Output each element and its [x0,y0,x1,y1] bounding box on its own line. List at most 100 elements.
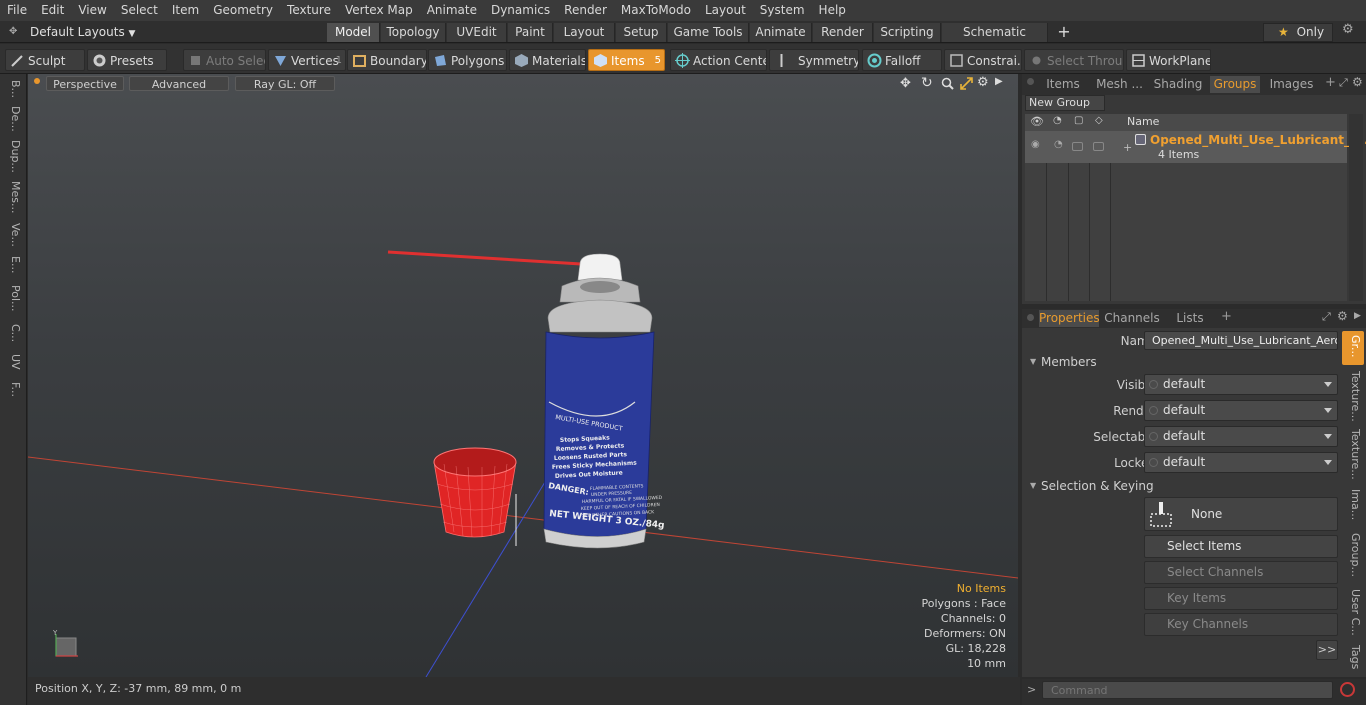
menu-view[interactable]: View [71,0,113,21]
tab-properties[interactable]: Properties [1039,310,1100,327]
tab-game-tools[interactable]: Game Tools [668,23,749,42]
menu-geometry[interactable]: Geometry [206,0,280,21]
side-tab-group-2[interactable]: Group... [1344,533,1362,581]
left-tab-curve[interactable]: C... [4,320,22,346]
new-group-button[interactable]: New Group [1025,95,1105,111]
locked-dropdown[interactable]: default [1144,452,1338,473]
menu-edit[interactable]: Edit [34,0,71,21]
gear-icon[interactable]: ⚙ [1342,22,1354,37]
select-channels-button[interactable]: Select Channels [1144,561,1338,584]
none-button[interactable]: None [1144,497,1338,531]
add-tab-button[interactable]: + [1055,22,1073,41]
row-eye-icon[interactable]: ◉ [1031,139,1040,150]
tab-topology[interactable]: Topology [381,23,446,42]
panel-gear-icon[interactable]: ⚙ [1352,75,1363,89]
eye-icon[interactable]: 👁 [1030,115,1044,128]
menu-vertex-map[interactable]: Vertex Map [338,0,420,21]
tab-schematic-fusion[interactable]: Schematic Fusion [942,23,1048,58]
tab-mesh[interactable]: Mesh ... [1092,76,1147,93]
render-dropdown[interactable]: default [1144,400,1338,421]
add-props-tab-icon[interactable]: + [1221,309,1232,324]
tab-layout[interactable]: Layout [554,23,615,42]
polygons-button[interactable]: Polygons [428,49,507,71]
side-tab-texture-2[interactable]: Texture... [1344,429,1362,481]
row-lock-box[interactable] [1072,142,1083,151]
sculpt-button[interactable]: Sculpt [5,49,85,71]
left-tab-basic[interactable]: B... [4,78,22,100]
falloff-button[interactable]: Falloff [862,49,942,71]
symmetry-button[interactable]: Symmetry [769,49,859,71]
side-tab-tags[interactable]: Tags [1344,645,1362,673]
menu-layout[interactable]: Layout [698,0,753,21]
items-button[interactable]: Items 5 [588,49,665,71]
menu-render[interactable]: Render [557,0,614,21]
side-tab-group[interactable]: Gr... [1344,335,1362,363]
menu-file[interactable]: File [0,0,34,21]
tab-uvedit[interactable]: UVEdit [447,23,507,42]
props-maximize-icon[interactable]: ⤢ [1322,310,1331,324]
visible-dropdown[interactable]: default [1144,374,1338,395]
menu-item[interactable]: Item [165,0,206,21]
selkey-collapse-icon[interactable]: ▼ [1030,481,1036,490]
menu-maxtomodo[interactable]: MaxToModo [614,0,698,21]
tab-animate[interactable]: Animate [750,23,812,42]
boundary-button[interactable]: Boundary [347,49,427,71]
panel-dot-icon[interactable] [1027,78,1034,85]
auto-select-button[interactable]: Auto Select [183,49,266,71]
maximize-icon[interactable]: ⤢ [1339,76,1348,90]
menu-dynamics[interactable]: Dynamics [484,0,557,21]
tab-channels[interactable]: Channels [1104,310,1160,327]
select-through-button[interactable]: Select Through [1024,49,1124,71]
left-tab-deform[interactable]: De... [4,106,22,132]
tab-shading[interactable]: Shading [1152,76,1204,93]
left-tab-fusion[interactable]: F... [4,378,22,402]
only-button[interactable]: ★ Only [1263,23,1333,42]
action-center-button[interactable]: Action Center [670,49,767,71]
left-tab-duplicate[interactable]: Dup... [4,140,22,172]
presets-button[interactable]: Presets [87,49,167,71]
tab-model[interactable]: Model [327,23,380,42]
lock-icon[interactable]: ▢ [1074,115,1083,126]
materials-button[interactable]: Materials [509,49,586,71]
side-tab-texture-1[interactable]: Texture... [1344,371,1362,423]
side-tab-image[interactable]: Ima... [1344,489,1362,525]
tab-items[interactable]: Items [1038,76,1088,93]
group-row[interactable]: ◉ ◔ + Opened_Multi_Use_Lubricant_A... 4 … [1025,131,1366,163]
render-icon[interactable]: ◔ [1053,115,1062,126]
menu-help[interactable]: Help [812,0,853,21]
tab-setup[interactable]: Setup [616,23,667,42]
select-items-button[interactable]: Select Items [1144,535,1338,558]
3d-viewport[interactable]: Perspective Advanced Ray GL: Off ✥ ↻ ⚙ ▶ [28,74,1018,677]
tab-groups[interactable]: Groups [1210,76,1260,93]
row-select-box[interactable] [1093,142,1104,151]
tab-paint[interactable]: Paint [508,23,553,42]
select-icon[interactable]: ◇ [1095,115,1103,126]
key-channels-button[interactable]: Key Channels [1144,613,1338,636]
left-tab-uv[interactable]: UV [4,352,22,372]
row-render-icon[interactable]: ◔ [1054,139,1063,150]
menu-system[interactable]: System [753,0,812,21]
members-collapse-icon[interactable]: ▼ [1030,357,1036,366]
menu-select[interactable]: Select [114,0,165,21]
props-dot-icon[interactable] [1027,314,1034,321]
menu-texture[interactable]: Texture [280,0,338,21]
expand-arrows-icon[interactable]: ✥ [9,26,21,38]
more-button[interactable]: >> [1316,640,1338,660]
tab-scripting[interactable]: Scripting [874,23,941,42]
props-arrow-icon[interactable]: ▶ [1354,311,1361,321]
tab-images[interactable]: Images [1264,76,1319,93]
left-tab-edge[interactable]: E... [4,254,22,276]
side-tab-user-channels[interactable]: User C... [1344,589,1362,639]
left-tab-mesh-edit[interactable]: Mes... [4,180,22,214]
constraints-button[interactable]: Constrai... [944,49,1022,71]
add-panel-tab-icon[interactable]: + [1325,75,1336,90]
left-tab-polygon[interactable]: Pol... [4,282,22,314]
tab-render[interactable]: Render [813,23,873,42]
vertices-button[interactable]: Vertices 1 [268,49,346,71]
name-field[interactable]: Opened_Multi_Use_Lubricant_Aerosol [1144,331,1338,350]
record-icon[interactable] [1340,682,1355,697]
tab-lists[interactable]: Lists [1164,310,1216,327]
props-gear-icon[interactable]: ⚙ [1337,309,1348,323]
command-input[interactable] [1042,681,1333,699]
layout-selector[interactable]: Default Layouts ▼ [30,23,135,41]
